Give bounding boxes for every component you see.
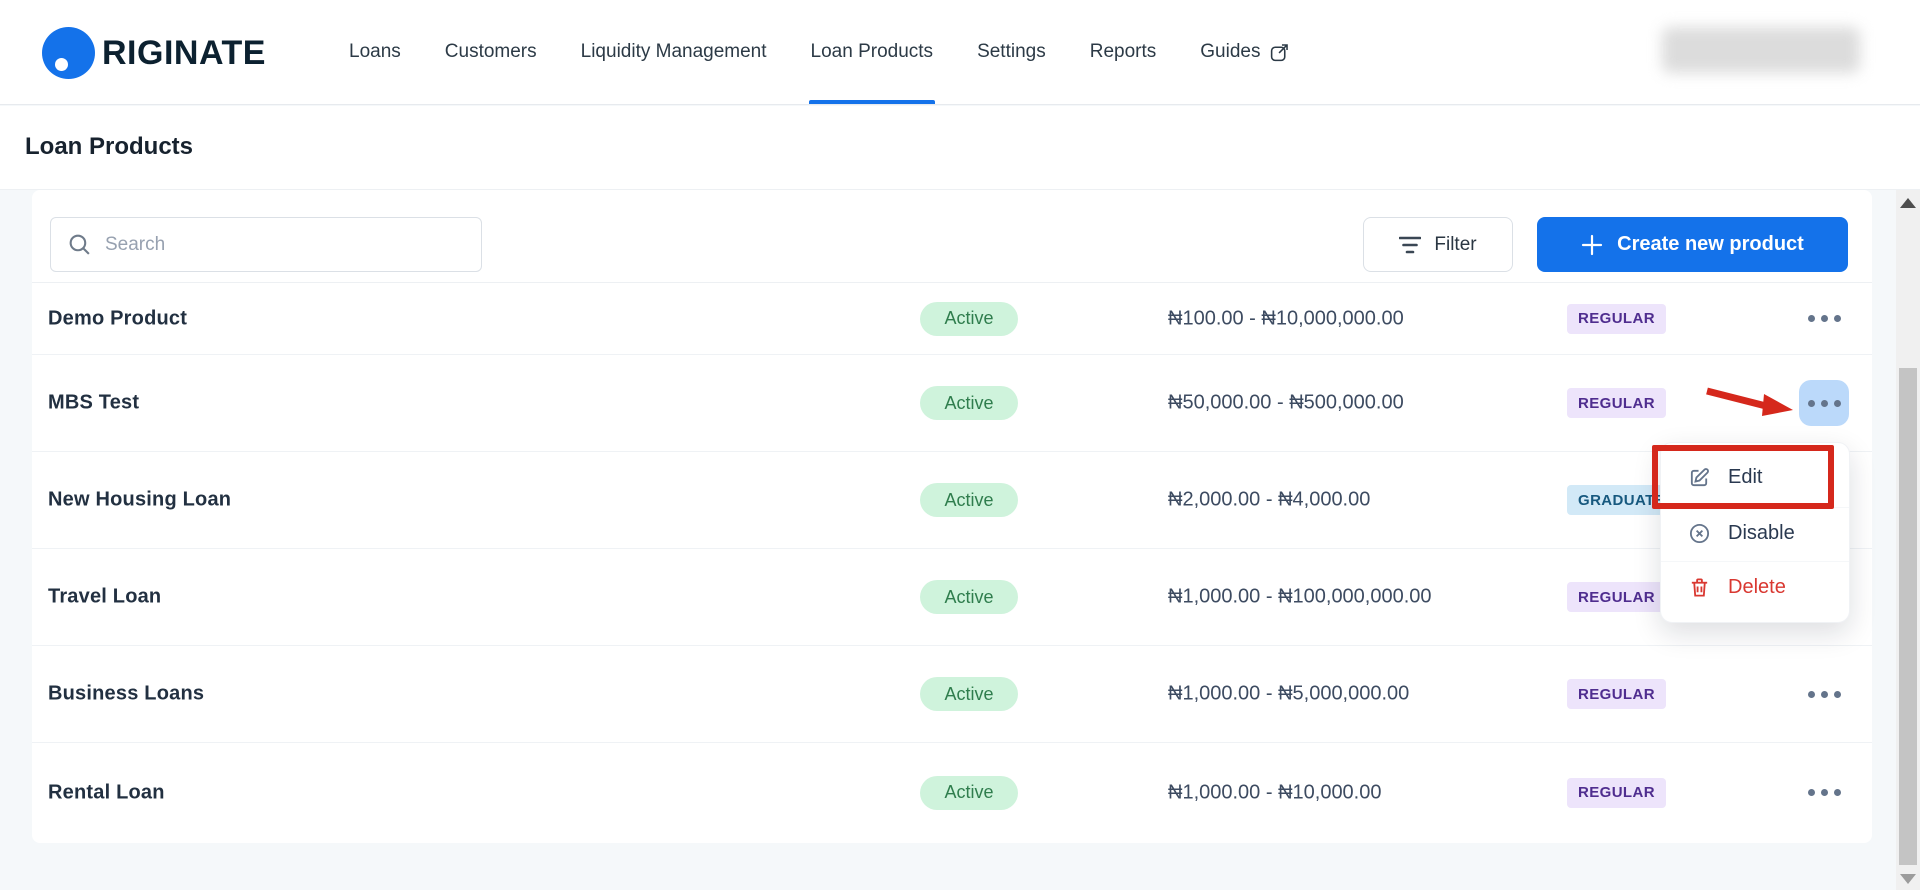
create-button-label: Create new product [1617,233,1804,255]
dot-icon [1807,315,1815,322]
top-navbar: RIGINATE Loans Customers Liquidity Manag… [0,0,1920,105]
main-nav: Loans Customers Liquidity Management Loa… [349,0,1290,104]
table-row[interactable]: MBS Test Active ₦50,000.00 - ₦500,000.00… [32,355,1872,452]
dot-icon [1820,690,1828,698]
loan-products-table: Demo Product Active ₦100.00 - ₦10,000,00… [32,283,1872,842]
vertical-scrollbar[interactable] [1896,190,1920,890]
menu-item-edit[interactable]: Edit [1661,452,1849,504]
product-name: Business Loans [48,682,205,705]
menu-item-disable[interactable]: Disable [1661,506,1849,559]
product-name: New Housing Loan [48,488,232,511]
dot-icon [1833,315,1841,322]
amount-range: ₦2,000.00 - ₦4,000.00 [1168,488,1371,511]
dot-icon [1807,690,1815,698]
brand-logo[interactable]: RIGINATE [42,26,266,80]
scrollbar-up-arrow[interactable] [1900,198,1916,208]
status-badge: Active [920,301,1018,336]
type-badge: REGULAR [1567,679,1666,709]
status-badge: Active [920,677,1018,711]
scrollbar-down-arrow[interactable] [1900,874,1916,884]
logo-circle-icon [42,27,95,79]
table-row[interactable]: New Housing Loan Active ₦2,000.00 - ₦4,0… [32,452,1872,549]
dot-icon [1807,399,1815,407]
search-icon [69,234,90,255]
loan-products-page: RIGINATE Loans Customers Liquidity Manag… [0,0,1920,890]
type-badge: REGULAR [1567,777,1666,808]
dot-icon [1833,690,1841,698]
delete-icon [1691,578,1708,597]
logo-dot [55,58,68,71]
type-badge: REGULAR [1567,303,1666,334]
menu-item-disable-label: Disable [1728,521,1795,544]
disable-icon [1689,523,1710,543]
table-toolbar: Filter Create new product [32,190,1872,283]
search-input[interactable] [105,233,465,256]
menu-item-delete-label: Delete [1728,576,1786,599]
table-row[interactable]: Demo Product Active ₦100.00 - ₦10,000,00… [32,283,1872,355]
row-actions-menu: Edit Disable Delete [1660,442,1850,623]
nav-item-customers[interactable]: Customers [445,0,537,104]
nav-item-guides[interactable]: Guides [1200,0,1290,104]
brand-name: RIGINATE [102,33,266,72]
status-badge: Active [920,580,1018,614]
filter-icon [1399,236,1422,253]
nav-item-loans[interactable]: Loans [349,0,401,104]
dot-icon [1833,399,1841,407]
user-menu-redacted[interactable] [1662,27,1860,73]
plus-icon [1582,234,1603,255]
page-header: Loan Products [0,106,1920,190]
dot-icon [1820,399,1828,407]
filter-button-label: Filter [1434,233,1477,255]
table-row[interactable]: Travel Loan Active ₦1,000.00 - ₦100,000,… [32,549,1872,646]
filter-button[interactable]: Filter [1363,217,1513,272]
amount-range: ₦1,000.00 - ₦10,000.00 [1168,781,1382,803]
status-badge: Active [920,775,1018,810]
nav-item-reports[interactable]: Reports [1090,0,1157,104]
type-badge: REGULAR [1567,388,1666,418]
menu-item-edit-label: Edit [1728,466,1763,489]
scrollbar-thumb[interactable] [1899,368,1917,865]
amount-range: ₦1,000.00 - ₦5,000,000.00 [1168,682,1410,705]
status-badge: Active [920,483,1018,517]
dot-icon [1807,789,1815,796]
dot-icon [1820,315,1828,322]
status-badge: Active [920,386,1018,420]
page-title: Loan Products [25,133,194,160]
type-badge: REGULAR [1567,582,1666,612]
row-actions-button[interactable] [1799,671,1849,717]
amount-range: ₦1,000.00 - ₦100,000,000.00 [1168,585,1432,608]
menu-item-delete[interactable]: Delete [1661,561,1849,613]
product-name: Travel Loan [48,585,162,608]
dot-icon [1833,789,1841,796]
table-row[interactable]: Business Loans Active ₦1,000.00 - ₦5,000… [32,646,1872,743]
row-actions-button[interactable] [1799,770,1849,816]
table-row[interactable]: Rental Loan Active ₦1,000.00 - ₦10,000.0… [32,743,1872,842]
amount-range: ₦50,000.00 - ₦500,000.00 [1168,391,1404,414]
row-actions-button[interactable] [1799,380,1849,426]
create-new-product-button[interactable]: Create new product [1537,217,1848,272]
loan-products-card: Filter Create new product Demo Product A… [32,190,1872,843]
product-name: Rental Loan [48,781,165,803]
external-link-icon [1271,43,1289,61]
nav-item-loan-products[interactable]: Loan Products [808,0,935,104]
product-name: MBS Test [48,391,140,414]
product-name: Demo Product [48,307,188,329]
edit-icon [1690,468,1709,487]
nav-item-guides-label: Guides [1200,41,1261,62]
search-box[interactable] [50,217,482,272]
row-actions-button[interactable] [1799,296,1849,342]
amount-range: ₦100.00 - ₦10,000,000.00 [1168,307,1404,329]
dot-icon [1820,789,1828,796]
nav-item-settings[interactable]: Settings [977,0,1046,104]
nav-item-liquidity-management[interactable]: Liquidity Management [581,0,767,104]
